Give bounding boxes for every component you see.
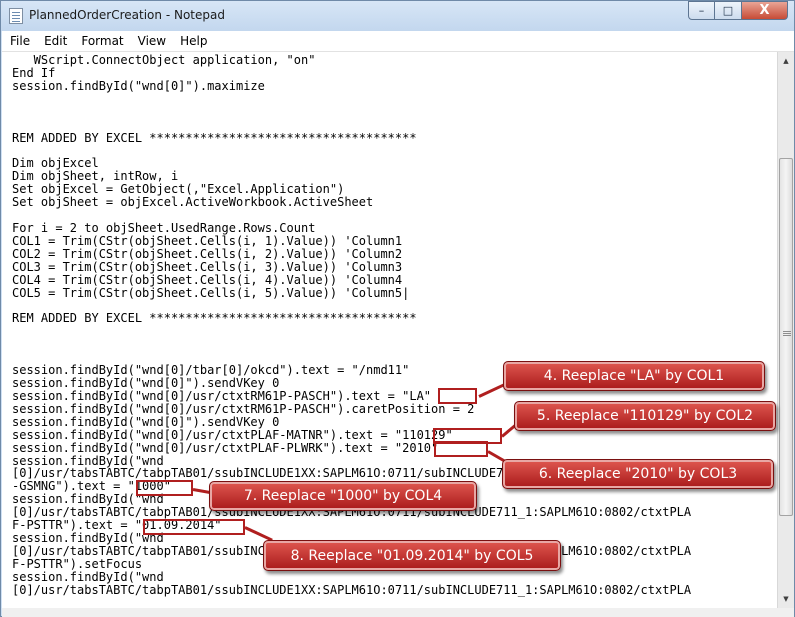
code-line: session.findById("wnd[0]/usr/ctxtRM61P-P… (12, 401, 475, 416)
code-line: session.findById("wnd[0]").sendVKey 0 (12, 414, 280, 429)
annotation-callout-4: 4. Reeplace "LA" by COL1 (503, 361, 765, 391)
code-line: WScript.ConnectObject application, "on" (12, 53, 316, 67)
minimize-button[interactable]: – (688, 1, 715, 20)
code-line: REM ADDED BY EXCEL *********************… (12, 130, 417, 145)
window-bottom-border (2, 608, 794, 617)
notepad-window: PlannedOrderCreation - Notepad – □ X Fil… (0, 0, 795, 617)
menu-edit[interactable]: Edit (36, 31, 73, 51)
scroll-down-arrow-icon[interactable]: ▼ (779, 591, 793, 607)
text-editor-area[interactable]: WScript.ConnectObject application, "on" E… (2, 52, 777, 608)
maximize-button[interactable]: □ (715, 1, 742, 20)
code-line: COL5 = Trim(CStr(objSheet.Cells(i, 5).Va… (12, 285, 410, 300)
notepad-icon (9, 8, 23, 24)
window-title: PlannedOrderCreation - Notepad (29, 8, 225, 22)
annotation-callout-7: 7. Reeplace "1000" by COL4 (209, 481, 477, 511)
annotation-callout-5: 5. Reeplace "110129" by COL2 (514, 401, 776, 431)
code-line: REM ADDED BY EXCEL *********************… (12, 311, 417, 326)
code-line: End If (12, 65, 56, 80)
code-line: [0]/usr/tabsTABTC/tabpTAB01/ssubINCLUDE1… (12, 582, 692, 597)
scroll-up-arrow-icon[interactable]: ▲ (779, 53, 793, 69)
annotation-callout-6: 6. Reeplace "2010" by COL3 (502, 459, 774, 489)
close-button[interactable]: X (742, 1, 788, 20)
code-line: COL2 = Trim(CStr(objSheet.Cells(i, 2).Va… (12, 246, 403, 261)
annotation-callout-8: 8. Reeplace "01.09.2014" by COL5 (263, 540, 561, 571)
highlight-box-2010 (434, 441, 488, 457)
highlight-box-date (143, 519, 245, 535)
scrollbar-thumb[interactable] (779, 158, 793, 516)
code-line: F-PSTTR").setFocus (12, 556, 143, 571)
code-line: session.findById("wnd[0]/usr/ctxtRM61P-P… (12, 388, 432, 403)
window-controls: – □ X (688, 1, 788, 21)
code-line: COL1 = Trim(CStr(objSheet.Cells(i, 1).Va… (12, 233, 403, 248)
code-line: session.findById("wnd[0]").maximize (12, 78, 265, 93)
menu-file[interactable]: File (2, 31, 36, 51)
code-line: session.findById("wnd[0]/usr/ctxtPLAF-PL… (12, 440, 439, 455)
code-line: session.findById("wnd[0]/usr/ctxtPLAF-MA… (12, 427, 453, 442)
code-line: session.findById("wnd (12, 569, 164, 584)
menu-help[interactable]: Help (172, 31, 213, 51)
code-line: COL4 = Trim(CStr(objSheet.Cells(i, 4).Va… (12, 272, 403, 287)
code-line: Set objSheet = objExcel.ActiveWorkbook.A… (12, 195, 374, 210)
title-bar[interactable]: PlannedOrderCreation - Notepad – □ X (1, 1, 794, 31)
menu-bar: File Edit Format View Help (2, 31, 794, 52)
vertical-scrollbar[interactable]: ▲ ▼ (777, 52, 794, 608)
menu-format[interactable]: Format (73, 31, 129, 51)
highlight-box-la (438, 388, 477, 404)
highlight-box-1000 (136, 480, 193, 496)
code-line: COL3 = Trim(CStr(objSheet.Cells(i, 3).Va… (12, 259, 403, 274)
code-line: For i = 2 to objSheet.UsedRange.Rows.Cou… (12, 220, 316, 235)
menu-view[interactable]: View (130, 31, 172, 51)
